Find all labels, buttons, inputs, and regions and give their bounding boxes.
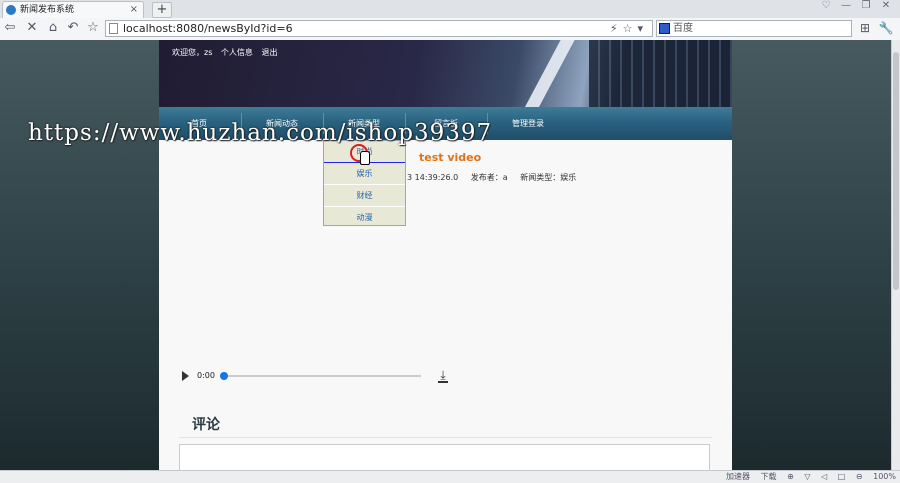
welcome-text: 欢迎您，zs	[172, 48, 213, 57]
favorite-window-icon[interactable]: ♡	[818, 0, 834, 14]
browser-tab-bar: 新闻发布系统 × + ♡ — ❐ ✕	[0, 0, 900, 19]
status-filter-icon[interactable]: ▽	[804, 472, 810, 481]
comment-textarea[interactable]	[179, 444, 710, 470]
play-icon[interactable]	[182, 371, 189, 381]
download-icon[interactable]: ⤓	[437, 369, 449, 383]
player-time: 0:00	[197, 371, 215, 380]
window-close-icon[interactable]: ✕	[878, 0, 894, 14]
tab-title: 新闻发布系统	[20, 5, 75, 15]
article-meta: 3 14:39:26.0 发布者：a 新闻类型：娱乐	[407, 172, 586, 183]
back-icon[interactable]: ⇦	[2, 20, 18, 36]
tools-wrench-icon[interactable]: 🔧	[878, 21, 894, 35]
banner-windows-image	[589, 40, 732, 107]
tab-close-icon[interactable]: ×	[130, 2, 138, 18]
new-tab-button[interactable]: +	[152, 2, 172, 18]
header-banner: 欢迎您，zs 个人信息 退出	[159, 40, 732, 107]
zoom-level[interactable]: 100%	[873, 472, 896, 481]
browser-tab[interactable]: 新闻发布系统 ×	[2, 1, 144, 18]
comments-divider	[179, 437, 712, 438]
publisher: 发布者：a	[470, 173, 508, 182]
dropdown-item-finance[interactable]: 财经	[324, 185, 405, 207]
site-favicon-icon	[6, 5, 16, 15]
status-sound-icon[interactable]: ◁	[821, 472, 827, 481]
address-tools-icon[interactable]: ⚡☆▾	[610, 21, 648, 36]
watermark-text: https://www.huzhan.com/ishop39397	[28, 120, 493, 146]
seek-track[interactable]	[224, 375, 421, 377]
dropdown-item-anime[interactable]: 动漫	[324, 207, 405, 229]
page-scrollbar[interactable]	[891, 40, 900, 470]
profile-link[interactable]: 个人信息	[221, 48, 253, 57]
search-input[interactable]: 百度	[656, 20, 852, 37]
downloads-button[interactable]: 下载	[761, 472, 777, 481]
news-type: 新闻类型：娱乐	[520, 173, 577, 182]
browser-status-bar: 加速器 下载 ⊕ ▽ ◁ □ ⊖ 100%	[0, 470, 900, 483]
stop-icon[interactable]: ✕	[24, 20, 40, 36]
minimize-icon[interactable]: —	[838, 0, 854, 14]
banner-building-image	[518, 40, 580, 107]
search-placeholder: 百度	[673, 23, 693, 34]
address-text: localhost:8080/newsById?id=6	[123, 22, 293, 35]
accelerator-button[interactable]: 加速器	[726, 472, 750, 481]
bookmark-icon[interactable]: ☆	[85, 20, 101, 36]
extensions-icon[interactable]: ⊞	[857, 21, 873, 35]
home-icon[interactable]: ⌂	[45, 20, 61, 36]
menu-item-admin-login[interactable]: 管理登录	[488, 107, 568, 140]
address-bar[interactable]: localhost:8080/newsById?id=6 ⚡☆▾	[105, 20, 653, 37]
maximize-icon[interactable]: ❐	[858, 0, 874, 14]
status-zoom-out-icon[interactable]: ⊖	[856, 472, 863, 481]
status-zoom-in-icon[interactable]: ⊕	[787, 472, 794, 481]
page-icon	[109, 23, 118, 34]
comments-heading: 评论	[192, 417, 220, 433]
article-title: test video	[419, 151, 482, 164]
hand-cursor-icon	[360, 151, 370, 165]
user-bar: 欢迎您，zs 个人信息 退出	[172, 47, 283, 58]
search-engine-icon	[659, 23, 670, 34]
scrollbar-thumb[interactable]	[893, 52, 899, 290]
publish-time: 3 14:39:26.0	[407, 173, 459, 182]
browser-nav-bar: ⇦ ✕ ⌂ ↶ ☆ localhost:8080/newsById?id=6 ⚡…	[0, 18, 900, 41]
dropdown-item-entertainment[interactable]: 娱乐	[324, 163, 405, 185]
undo-icon[interactable]: ↶	[65, 20, 81, 36]
logout-link[interactable]: 退出	[261, 48, 277, 57]
page-container: 欢迎您，zs 个人信息 退出 首页 新闻动态 新闻类型 留言板 管理登录 时尚 …	[159, 40, 732, 470]
status-tools: 加速器 下载 ⊕ ▽ ◁ □ ⊖ 100%	[718, 471, 896, 482]
media-player: 0:00 ⤓	[179, 366, 454, 386]
status-window-icon[interactable]: □	[838, 472, 846, 481]
seek-handle[interactable]	[220, 372, 228, 380]
web-viewport: 欢迎您，zs 个人信息 退出 首页 新闻动态 新闻类型 留言板 管理登录 时尚 …	[0, 40, 891, 470]
